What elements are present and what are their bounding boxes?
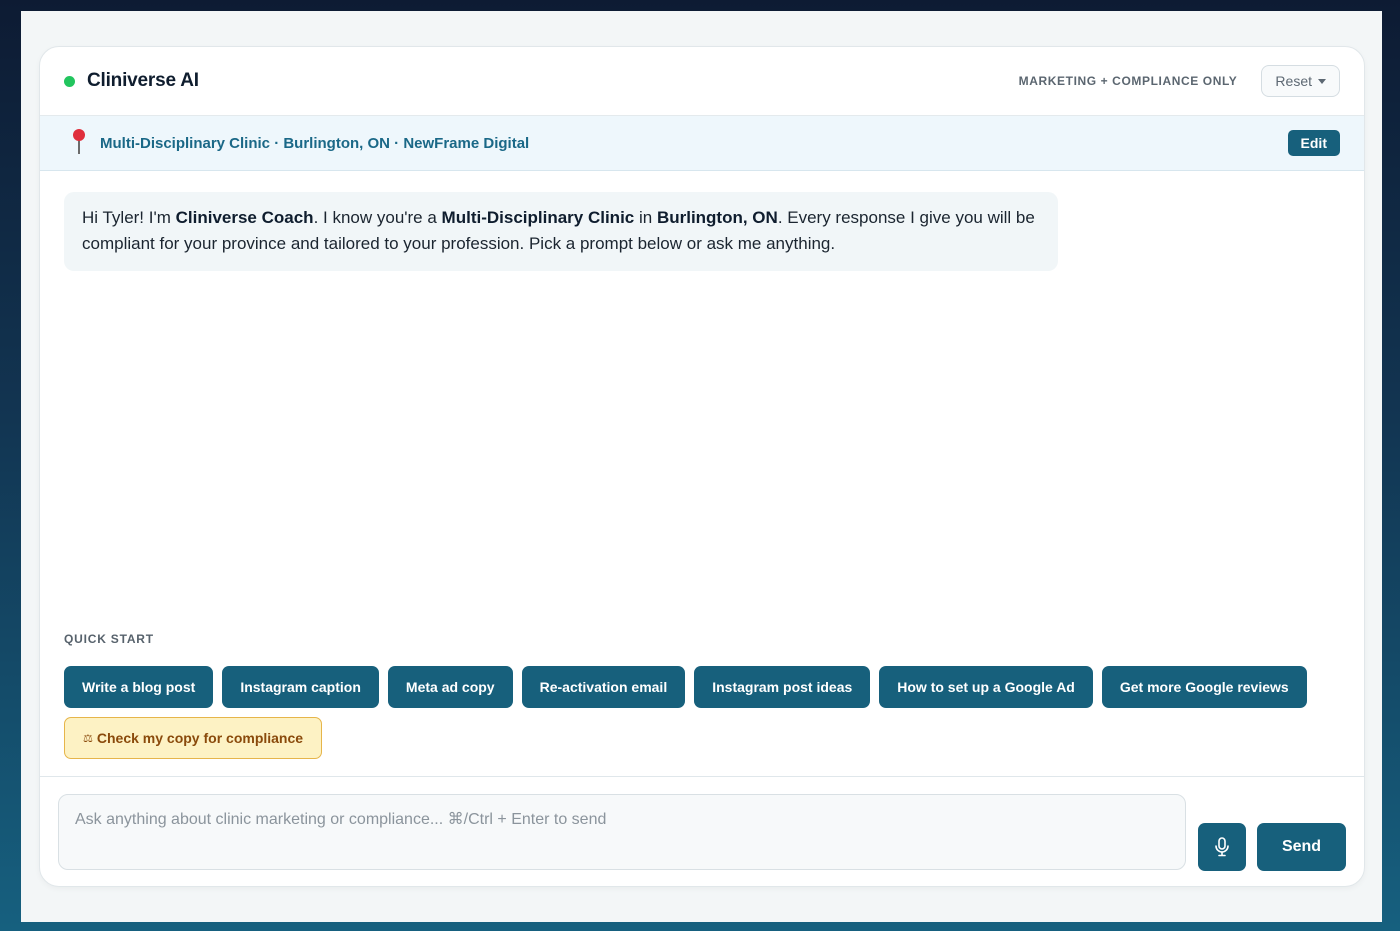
message-input[interactable]: Ask anything about clinic marketing or c…	[58, 794, 1186, 870]
chat-card: Cliniverse AI MARKETING + COMPLIANCE ONL…	[39, 46, 1365, 887]
message-text: in	[634, 208, 657, 227]
chevron-down-icon	[1318, 78, 1326, 84]
clinic-context-text: Multi-Disciplinary Clinic · Burlington, …	[100, 134, 530, 152]
chip-blog-post[interactable]: Write a blog post	[64, 666, 214, 708]
microphone-button[interactable]	[1198, 823, 1246, 871]
chat-header: Cliniverse AI MARKETING + COMPLIANCE ONL…	[40, 47, 1364, 116]
chip-instagram-caption[interactable]: Instagram caption	[222, 666, 379, 708]
compliance-chip-label: Check my copy for compliance	[96, 730, 304, 746]
chip-reactivation-email[interactable]: Re-activation email	[521, 666, 686, 708]
assistant-message: Hi Tyler! I'm Cliniverse Coach. I know y…	[64, 192, 1058, 271]
scales-icon: ⚖	[83, 732, 93, 745]
chip-compliance-check[interactable]: ⚖ Check my copy for compliance	[64, 717, 323, 759]
message-text: Hi Tyler! I'm	[82, 208, 176, 227]
chip-meta-ad-copy[interactable]: Meta ad copy	[387, 666, 513, 708]
message-bold-location: Burlington, ON	[656, 208, 778, 227]
chip-google-reviews[interactable]: Get more Google reviews	[1101, 666, 1307, 708]
edit-context-button[interactable]: Edit	[1287, 130, 1340, 156]
chip-google-ad-setup[interactable]: How to set up a Google Ad	[879, 666, 1093, 708]
message-bold-coach: Cliniverse Coach	[175, 208, 314, 227]
quick-start-label: QUICK START	[64, 632, 154, 646]
message-text: . I know you're a	[313, 208, 442, 227]
reset-button[interactable]: Reset	[1261, 65, 1340, 97]
online-status-dot	[64, 75, 75, 87]
app-title: Cliniverse AI	[87, 70, 199, 91]
reset-label: Reset	[1275, 73, 1312, 89]
app-frame: Cliniverse AI MARKETING + COMPLIANCE ONL…	[21, 11, 1382, 922]
header-actions: MARKETING + COMPLIANCE ONLY Reset	[1019, 65, 1340, 97]
composer: Ask anything about clinic marketing or c…	[40, 776, 1364, 886]
send-button[interactable]: Send	[1257, 823, 1346, 871]
quick-start-chips: Write a blog post Instagram caption Meta…	[64, 666, 1354, 759]
location-pin-icon	[72, 129, 86, 157]
microphone-icon	[1215, 837, 1229, 857]
chip-instagram-post-ideas[interactable]: Instagram post ideas	[694, 666, 871, 708]
message-bold-profession: Multi-Disciplinary Clinic	[441, 208, 635, 227]
clinic-context-bar: Multi-Disciplinary Clinic · Burlington, …	[40, 116, 1364, 171]
scope-label: MARKETING + COMPLIANCE ONLY	[1018, 74, 1238, 88]
